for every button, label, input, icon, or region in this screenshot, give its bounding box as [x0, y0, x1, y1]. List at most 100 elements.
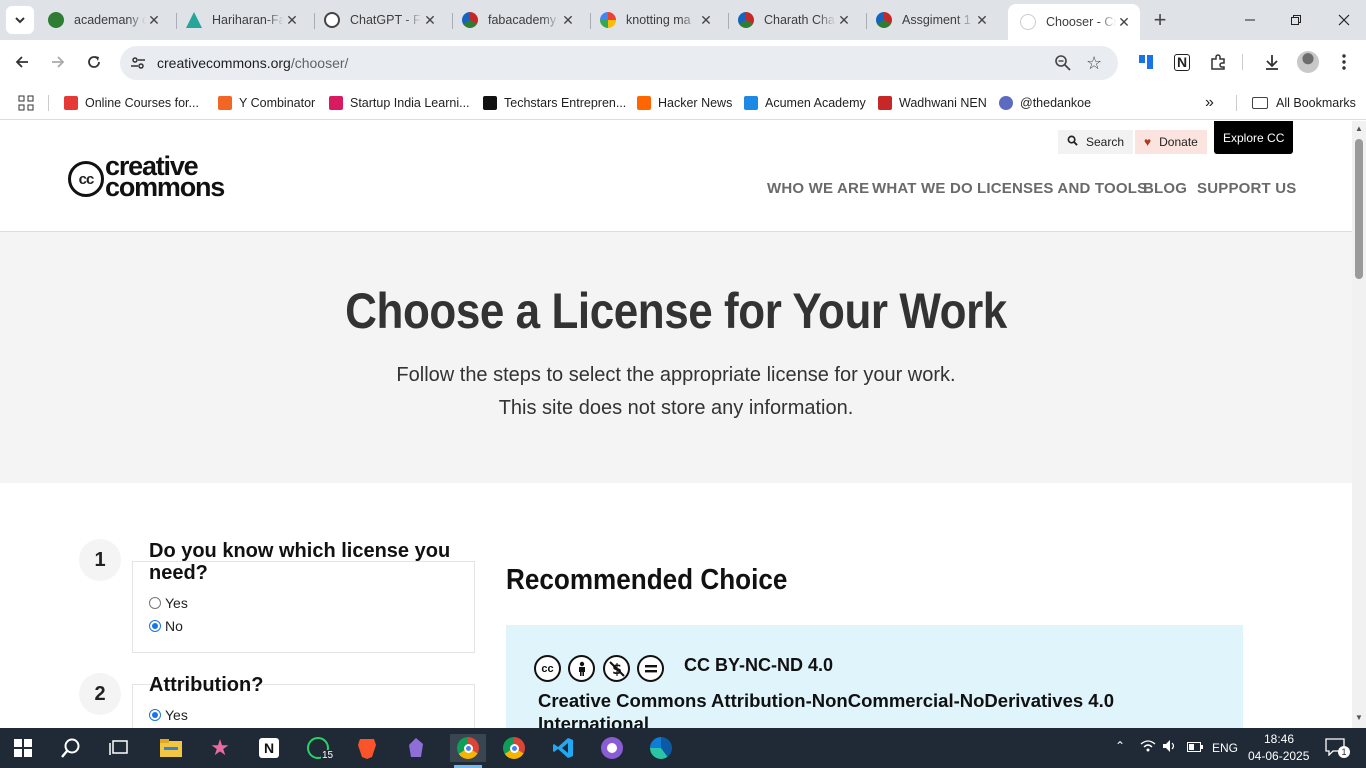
restore-icon[interactable] [1282, 6, 1310, 34]
web-page: Search ♥ Donate Explore CC cc creative c… [0, 121, 1352, 728]
nav-licenses-and-tools[interactable]: LICENSES AND TOOLS [977, 180, 1147, 197]
brave-icon[interactable] [352, 734, 382, 762]
tab-title: knotting ma [626, 13, 691, 27]
app-star-icon[interactable]: ★ [205, 734, 235, 762]
edge-icon[interactable] [646, 734, 676, 762]
file-explorer-icon[interactable] [156, 734, 186, 762]
task-view-icon[interactable] [104, 734, 134, 762]
scrollbar-thumb[interactable] [1355, 139, 1363, 279]
bookmark-star-icon[interactable]: ☆ [1086, 53, 1102, 74]
notifications-icon[interactable]: 1 [1325, 738, 1350, 759]
search-button[interactable]: Search [1058, 130, 1134, 154]
tab-chooser-active[interactable]: Chooser - Cr ✕ [1008, 4, 1140, 40]
tray-overflow-icon[interactable]: ⌃ [1115, 739, 1125, 753]
bookmark-online-courses[interactable]: Online Courses for... [64, 93, 199, 113]
tab-separator [590, 13, 591, 29]
step-1-option-no[interactable]: No [149, 618, 183, 634]
tab-title: Hariharan-Fa [212, 13, 284, 27]
tab-charath[interactable]: Charath Cha ✕ [730, 6, 860, 34]
bookmarks-overflow-icon[interactable]: » [1205, 93, 1214, 113]
extension-blue-icon[interactable] [1132, 48, 1160, 76]
zoom-icon[interactable] [1054, 54, 1072, 75]
close-window-icon[interactable] [1330, 6, 1358, 34]
wifi-icon[interactable] [1140, 739, 1156, 756]
minimize-icon[interactable] [1236, 6, 1264, 34]
step-2-option-yes[interactable]: Yes [149, 707, 188, 723]
notion-extension-icon[interactable]: N [1168, 48, 1196, 76]
new-tab-button[interactable]: + [1146, 6, 1174, 34]
fabacademy-favicon [738, 12, 754, 28]
tab-close-icon[interactable]: ✕ [974, 12, 990, 29]
bookmark-acumen[interactable]: Acumen Academy [744, 93, 866, 113]
page-scrollbar[interactable]: ▲ ▼ [1352, 121, 1366, 728]
radio-yes[interactable] [149, 709, 161, 721]
language-indicator[interactable]: ENG [1212, 741, 1238, 755]
download-icon[interactable] [1258, 48, 1286, 76]
extensions-puzzle-icon[interactable] [1204, 48, 1232, 76]
hero-section: Choose a License for Your Work Follow th… [0, 231, 1352, 483]
tab-fabacademy[interactable]: fabacademy ✕ [454, 6, 584, 34]
bookmark-startup-india[interactable]: Startup India Learni... [329, 93, 470, 113]
tab-close-icon[interactable]: ✕ [422, 12, 438, 29]
chrome-active-icon[interactable] [450, 734, 486, 762]
tab-hariharan[interactable]: Hariharan-Fa ✕ [178, 6, 308, 34]
nav-who-we-are[interactable]: WHO WE ARE [767, 180, 869, 197]
taskbar-search-icon[interactable] [56, 734, 86, 762]
obsidian-icon[interactable] [401, 734, 431, 762]
hero-subtitle-2: This site does not store any information… [498, 397, 854, 419]
donate-button[interactable]: ♥ Donate [1135, 130, 1207, 154]
whatsapp-icon[interactable]: 15 [303, 734, 335, 762]
chrome-profile-b-icon[interactable] [499, 734, 529, 762]
tab-close-icon[interactable]: ✕ [560, 12, 576, 29]
google-favicon [600, 12, 616, 28]
hero-subtitle-1: Follow the steps to select the appropria… [396, 364, 956, 386]
clock-date[interactable]: 04-06-2025 [1248, 749, 1309, 763]
scroll-up-icon[interactable]: ▲ [1355, 124, 1363, 133]
bookmark-hacker-news[interactable]: Hacker News [637, 93, 732, 113]
address-bar[interactable]: creativecommons.org/chooser/ ☆ [120, 46, 1118, 80]
tab-search-icon[interactable] [6, 6, 34, 34]
bookmark-y-combinator[interactable]: Y Combinator [218, 93, 315, 113]
fabacademy-favicon [462, 12, 478, 28]
clock-time[interactable]: 18:46 [1264, 732, 1294, 746]
windows-start-icon[interactable] [8, 734, 38, 762]
step-1-option-yes[interactable]: Yes [149, 595, 188, 611]
scroll-down-icon[interactable]: ▼ [1355, 713, 1363, 722]
creative-commons-logo[interactable]: cc creative commons [67, 153, 242, 201]
tab-close-icon[interactable]: ✕ [146, 12, 162, 29]
recommended-license-card: cc $ CC BY-NC-ND 4.0 Creative Commons At… [506, 625, 1243, 728]
url-text[interactable]: creativecommons.org/chooser/ [157, 55, 348, 71]
apps-grid-icon[interactable] [18, 93, 34, 113]
tab-academany[interactable]: academany c ✕ [40, 6, 170, 34]
all-bookmarks-button[interactable]: All Bookmarks [1252, 93, 1356, 113]
profile-avatar[interactable] [1294, 48, 1322, 76]
radio-yes[interactable] [149, 597, 161, 609]
menu-kebab-icon[interactable] [1330, 48, 1358, 76]
tab-chatgpt[interactable]: ChatGPT - Fa ✕ [316, 6, 446, 34]
forward-icon[interactable] [44, 48, 72, 76]
tab-assgiment[interactable]: Assgiment 1 ✕ [868, 6, 998, 34]
tab-title: Chooser - Cr [1046, 15, 1116, 29]
vscode-icon[interactable] [548, 734, 578, 762]
back-icon[interactable] [8, 48, 36, 76]
nav-what-we-do[interactable]: WHAT WE DO [872, 180, 973, 197]
tab-knotting[interactable]: knotting ma ✕ [592, 6, 722, 34]
volume-icon[interactable] [1162, 739, 1178, 756]
nav-blog[interactable]: BLOG [1143, 180, 1187, 197]
battery-icon[interactable] [1187, 741, 1203, 755]
site-info-icon[interactable] [130, 55, 146, 74]
bookmark-thedankoe[interactable]: @thedankoe [999, 93, 1091, 113]
github-desktop-icon[interactable] [597, 734, 627, 762]
explore-cc-button[interactable]: Explore CC [1214, 121, 1294, 154]
reload-icon[interactable] [80, 48, 108, 76]
tab-close-icon[interactable]: ✕ [284, 12, 300, 29]
cc-logo-icon: cc [68, 161, 104, 197]
tab-close-icon[interactable]: ✕ [1116, 14, 1132, 31]
notion-taskbar-icon[interactable]: N [254, 734, 284, 762]
bookmark-wadhwani[interactable]: Wadhwani NEN [878, 93, 987, 113]
nav-support-us[interactable]: SUPPORT US [1197, 180, 1297, 197]
tab-close-icon[interactable]: ✕ [836, 12, 852, 29]
radio-no[interactable] [149, 620, 161, 632]
tab-close-icon[interactable]: ✕ [698, 12, 714, 29]
bookmark-techstars[interactable]: Techstars Entrepren... [483, 93, 626, 113]
